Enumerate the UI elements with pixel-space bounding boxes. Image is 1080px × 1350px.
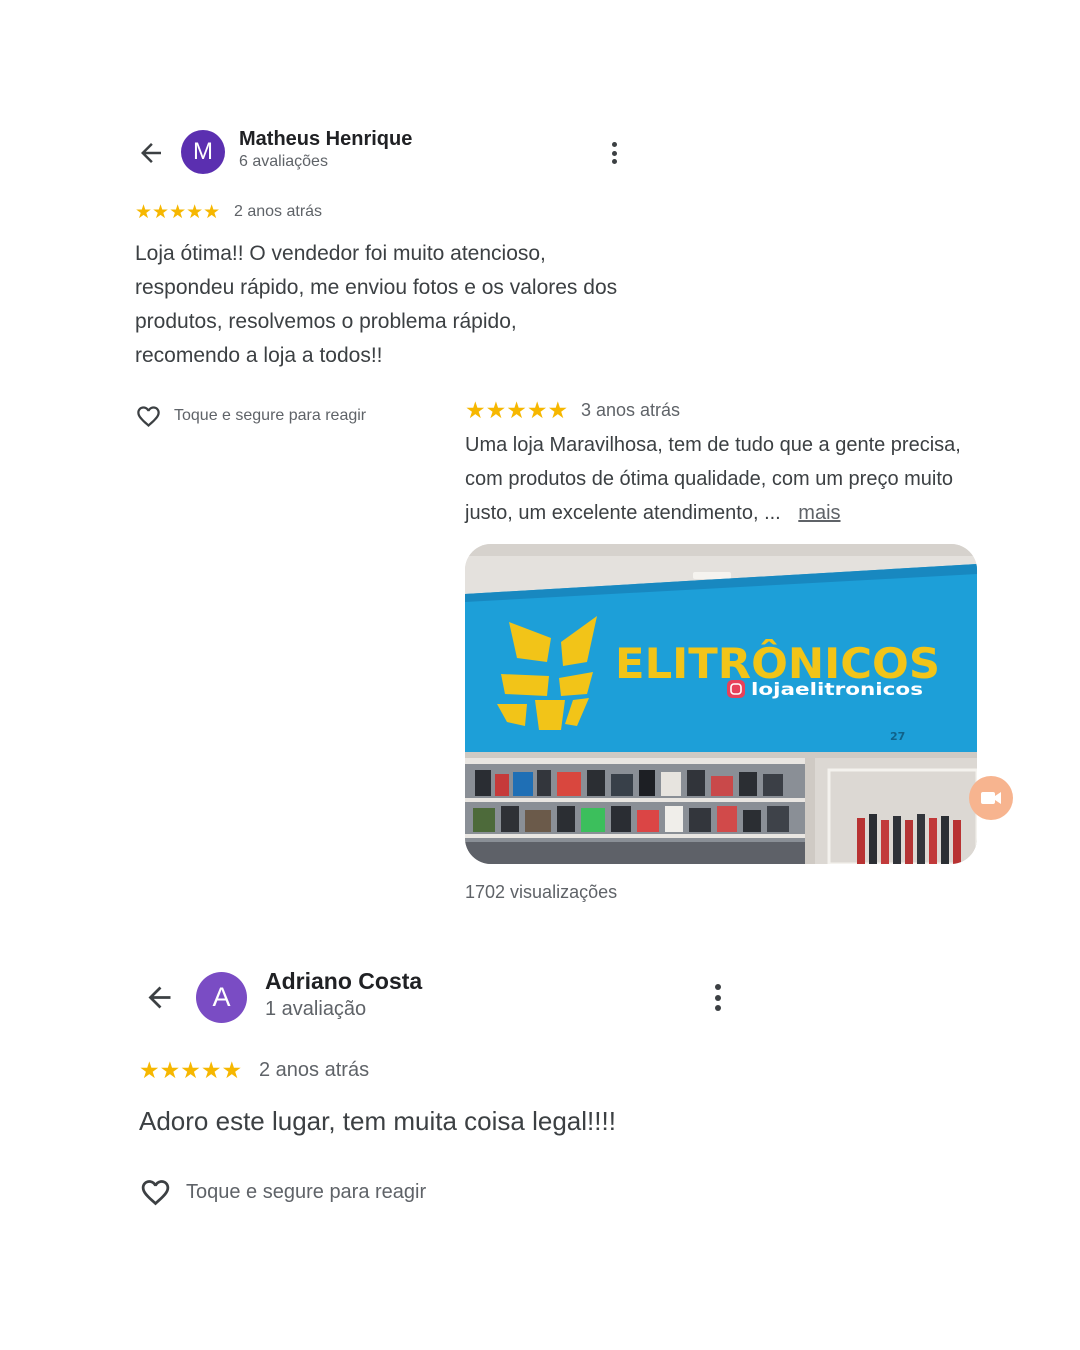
back-button[interactable] bbox=[143, 981, 176, 1014]
more-vert-icon bbox=[715, 984, 721, 990]
heart-outline-icon bbox=[141, 1179, 170, 1205]
more-options-button[interactable] bbox=[610, 142, 618, 164]
view-count: 1702 visualizações bbox=[465, 882, 618, 902]
review-count: 1 avaliação bbox=[265, 998, 367, 1020]
reviewer-name[interactable]: Adriano Costa bbox=[265, 968, 422, 995]
avatar[interactable]: A bbox=[196, 972, 247, 1023]
react-label: Toque e segure para reagir bbox=[174, 407, 367, 424]
more-vert-icon bbox=[611, 142, 617, 147]
video-button[interactable] bbox=[969, 776, 1013, 820]
review-text: Loja ótima!! O vendedor foi muito atenci… bbox=[135, 242, 618, 367]
star-rating: ★★★★★ bbox=[465, 397, 569, 423]
review-text-content: Uma loja Maravilhosa, tem de tudo que a … bbox=[465, 434, 961, 524]
review-text: Adoro este lugar, tem muita coisa legal!… bbox=[139, 1106, 616, 1136]
review-date: 2 anos atrás bbox=[234, 203, 323, 220]
star-rating: ★★★★★ bbox=[139, 1057, 243, 1083]
review-photo[interactable]: ELITRÔNICOS lojaelitronicos 27 bbox=[465, 544, 977, 864]
heart-outline-icon bbox=[137, 405, 160, 427]
review-date: 3 anos atrás bbox=[581, 400, 681, 420]
more-link[interactable]: mais bbox=[798, 502, 840, 524]
arrow-left-icon bbox=[148, 986, 171, 1009]
store-number: 27 bbox=[890, 730, 905, 743]
back-button[interactable] bbox=[136, 138, 166, 168]
reviewer-name[interactable]: Matheus Henrique bbox=[239, 128, 412, 151]
review-text: Uma loja Maravilhosa, tem de tudo que a … bbox=[465, 428, 980, 530]
more-options-button[interactable] bbox=[714, 984, 722, 1011]
review-date: 2 anos atrás bbox=[259, 1059, 370, 1081]
video-camera-icon bbox=[981, 792, 1001, 804]
store-front-image: ELITRÔNICOS lojaelitronicos 27 bbox=[465, 544, 977, 864]
instagram-handle: lojaelitronicos bbox=[751, 680, 923, 700]
avatar-letter: M bbox=[193, 138, 213, 165]
review-count: 6 avaliações bbox=[239, 153, 328, 170]
react-label: Toque e segure para reagir bbox=[186, 1180, 427, 1203]
react-button[interactable]: Toque e segure para reagir bbox=[139, 1175, 426, 1209]
avatar[interactable]: M bbox=[181, 130, 225, 174]
avatar-letter: A bbox=[212, 982, 231, 1012]
arrow-left-icon bbox=[141, 143, 161, 163]
star-rating: ★★★★★ bbox=[135, 202, 221, 223]
react-button[interactable]: Toque e segure para reagir bbox=[135, 402, 366, 430]
